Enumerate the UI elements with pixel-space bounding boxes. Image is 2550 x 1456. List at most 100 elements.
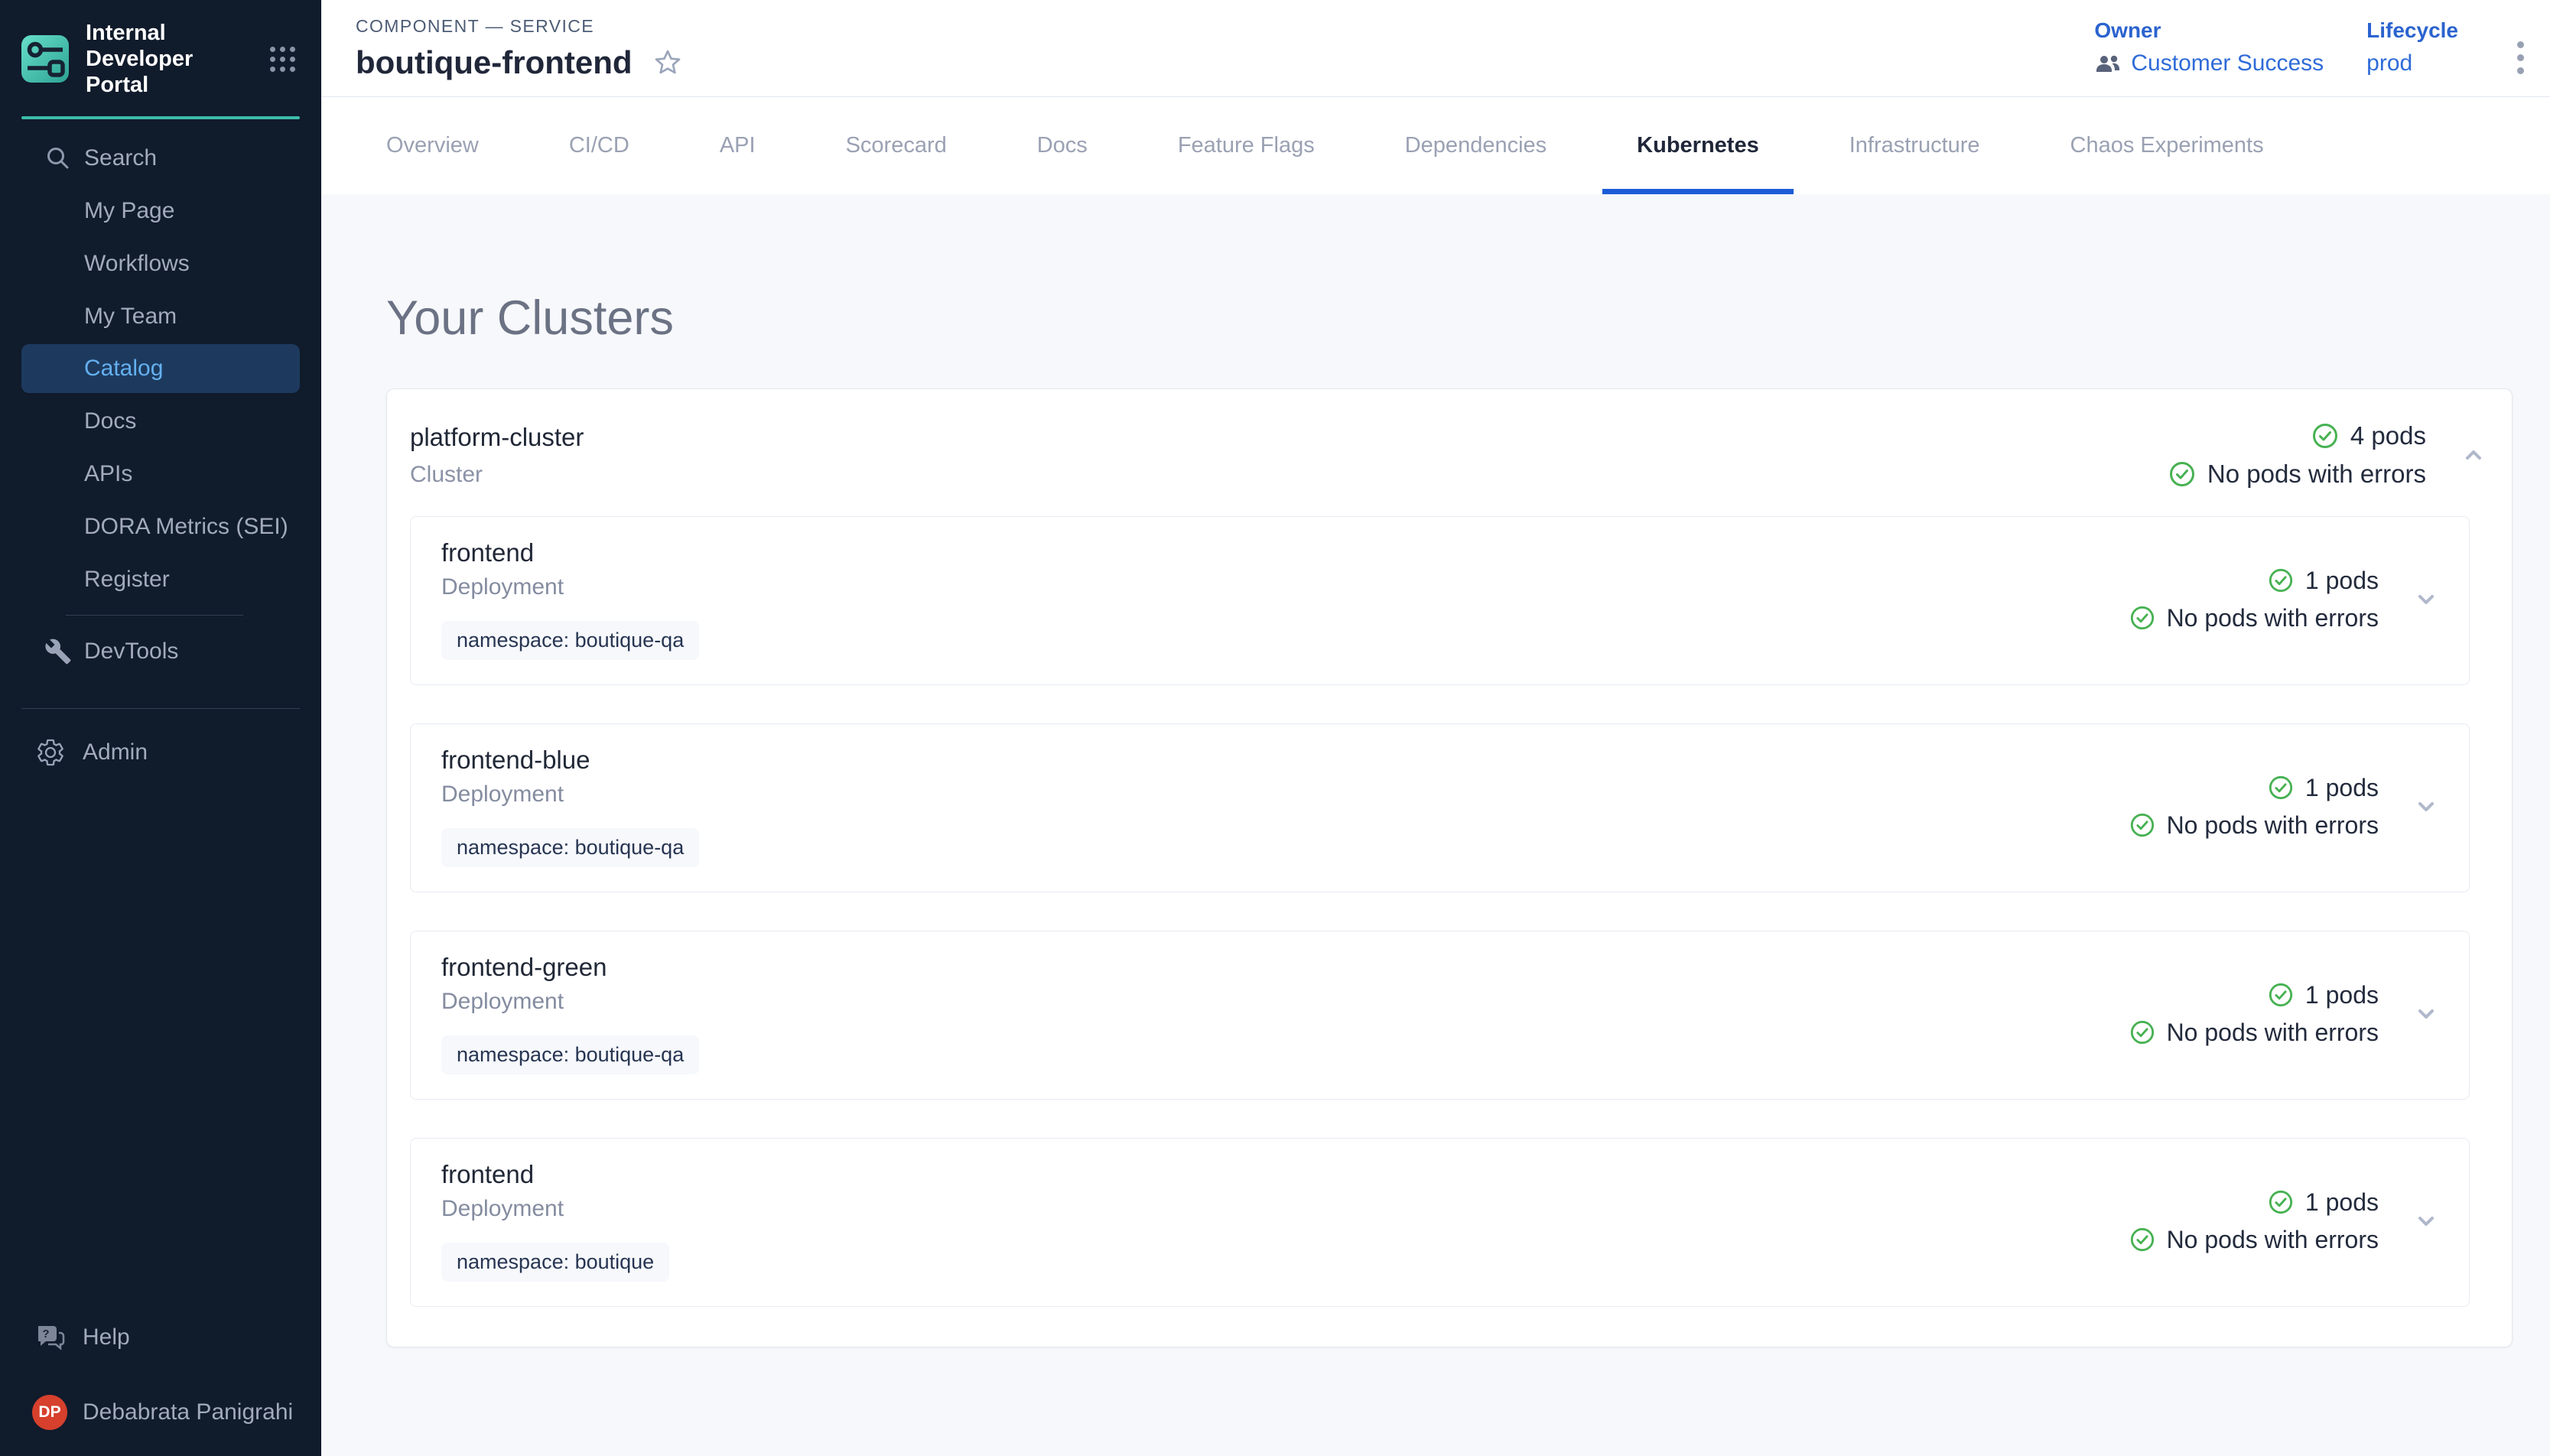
people-icon xyxy=(2094,54,2122,73)
check-circle-icon xyxy=(2268,982,2294,1008)
check-circle-icon xyxy=(2268,775,2294,801)
owner-label: Owner xyxy=(2094,18,2324,43)
deployment-list: frontend Deployment namespace: boutique-… xyxy=(387,512,2512,1347)
sidebar-item-label: Search xyxy=(84,145,157,171)
sidebar-item[interactable]: My Team xyxy=(0,290,321,343)
sidebar-item[interactable]: Register xyxy=(0,553,321,606)
deployment-errors-status: No pods with errors xyxy=(2167,1019,2379,1047)
deployment-card[interactable]: frontend-green Deployment namespace: bou… xyxy=(410,931,2470,1100)
sidebar-item-label: My Page xyxy=(84,198,174,224)
namespace-chip: namespace: boutique-qa xyxy=(441,621,699,660)
breadcrumb: COMPONENT — SERVICE xyxy=(356,16,683,37)
tab-label: Docs xyxy=(1037,133,1088,158)
tab[interactable]: Dependencies xyxy=(1371,97,1581,194)
deployment-errors-status: No pods with errors xyxy=(2167,811,2379,840)
favorite-star-icon[interactable] xyxy=(652,47,683,78)
sidebar-item[interactable]: Workflows xyxy=(0,237,321,290)
lifecycle-block: Lifecycle prod xyxy=(2366,18,2458,76)
sidebar-item-label: Catalog xyxy=(84,356,163,382)
tab-label: Overview xyxy=(386,133,479,158)
deployment-kind: Deployment xyxy=(441,1196,669,1222)
owner-block: Owner Customer Success xyxy=(2094,18,2324,76)
tab[interactable]: Feature Flags xyxy=(1143,97,1349,194)
portal-logo-icon xyxy=(21,35,69,83)
owner-value-link[interactable]: Customer Success xyxy=(2131,50,2324,76)
sidebar-item[interactable]: DORA Metrics (SEI) xyxy=(0,500,321,553)
deployment-card[interactable]: frontend Deployment namespace: boutique xyxy=(410,1138,2470,1307)
sidebar-item-admin[interactable]: Admin xyxy=(0,726,321,779)
namespace-chip: namespace: boutique-qa xyxy=(441,828,699,867)
user-avatar: DP xyxy=(32,1395,67,1430)
check-circle-icon xyxy=(2129,1227,2155,1253)
tab-label: Chaos Experiments xyxy=(2070,133,2264,158)
tab-label: API xyxy=(720,133,756,158)
chevron-up-icon[interactable] xyxy=(2458,440,2489,470)
app-root: Internal Developer Portal Search My Page xyxy=(0,0,2550,1456)
tab[interactable]: Kubernetes xyxy=(1602,97,1794,194)
sidebar-item-devtools[interactable]: DevTools xyxy=(0,625,321,678)
main-area: COMPONENT — SERVICE boutique-frontend Ow… xyxy=(321,0,2550,1456)
header-meta: Owner Customer Success xyxy=(2094,18,2458,76)
sidebar-user[interactable]: DP Debabrata Panigrahi xyxy=(0,1386,321,1439)
svg-text:?: ? xyxy=(42,1328,49,1341)
logo-row: Internal Developer Portal xyxy=(0,0,321,116)
tab-label: Dependencies xyxy=(1405,133,1547,158)
sidebar-item[interactable]: APIs xyxy=(0,447,321,500)
sidebar-item-search[interactable]: Search xyxy=(0,132,321,184)
chevron-down-icon[interactable] xyxy=(2411,584,2441,615)
sidebar-item-label: Register xyxy=(84,567,170,593)
chevron-down-icon[interactable] xyxy=(2411,999,2441,1029)
namespace-chip: namespace: boutique xyxy=(441,1243,669,1282)
deployment-pods-count: 1 pods xyxy=(2305,774,2379,802)
tab[interactable]: Chaos Experiments xyxy=(2036,97,2298,194)
deployment-card[interactable]: frontend-blue Deployment namespace: bout… xyxy=(410,723,2470,892)
deployment-name: frontend xyxy=(441,1160,669,1189)
sidebar-item[interactable]: Docs xyxy=(0,395,321,447)
deployment-pods-count: 1 pods xyxy=(2305,981,2379,1009)
more-options-kebab-icon[interactable] xyxy=(2513,37,2529,79)
check-circle-icon xyxy=(2311,422,2339,450)
tab[interactable]: API xyxy=(685,97,790,194)
page-header: COMPONENT — SERVICE boutique-frontend Ow… xyxy=(321,0,2550,96)
check-circle-icon xyxy=(2268,567,2294,593)
deployment-name: frontend xyxy=(441,538,699,567)
tab-label: Feature Flags xyxy=(1178,133,1315,158)
sidebar-item[interactable]: Catalog xyxy=(21,344,300,393)
lifecycle-value: prod xyxy=(2366,50,2458,76)
cluster-pods-count: 4 pods xyxy=(2350,421,2426,450)
chevron-down-icon[interactable] xyxy=(2411,791,2441,822)
sidebar-item-help[interactable]: ? Help xyxy=(0,1311,321,1364)
tab[interactable]: CI/CD xyxy=(535,97,664,194)
help-chat-icon: ? xyxy=(35,1323,66,1352)
sidebar-item-label: DORA Metrics (SEI) xyxy=(84,514,288,540)
sidebar-item-label: Workflows xyxy=(84,251,190,277)
portal-title: Internal Developer Portal xyxy=(86,20,237,98)
tab[interactable]: Overview xyxy=(352,97,513,194)
sidebar-nav: Search My Page Workflows My Team Catalog xyxy=(0,119,321,678)
sidebar: Internal Developer Portal Search My Page xyxy=(0,0,321,1456)
sidebar-divider xyxy=(21,708,300,709)
tab[interactable]: Infrastructure xyxy=(1815,97,2015,194)
cluster-header[interactable]: platform-cluster Cluster 4 pods xyxy=(387,389,2512,512)
sidebar-item-label: Docs xyxy=(84,408,136,434)
deployment-kind: Deployment xyxy=(441,782,699,808)
deployment-kind: Deployment xyxy=(441,989,699,1015)
deployment-card[interactable]: frontend Deployment namespace: boutique-… xyxy=(410,516,2470,685)
deployment-errors-status: No pods with errors xyxy=(2167,1226,2379,1254)
tab[interactable]: Docs xyxy=(1003,97,1122,194)
check-circle-icon xyxy=(2129,1019,2155,1045)
cluster-name: platform-cluster xyxy=(410,423,584,452)
check-circle-icon xyxy=(2129,812,2155,838)
sidebar-item-label: Admin xyxy=(83,739,148,765)
apps-grid-icon[interactable] xyxy=(270,47,295,72)
deployment-pods-count: 1 pods xyxy=(2305,1188,2379,1217)
tab-label: CI/CD xyxy=(569,133,629,158)
chevron-down-icon[interactable] xyxy=(2411,1206,2441,1237)
sidebar-item[interactable]: My Page xyxy=(0,184,321,237)
tab[interactable]: Scorecard xyxy=(812,97,981,194)
deployment-pods-count: 1 pods xyxy=(2305,567,2379,595)
namespace-chip: namespace: boutique-qa xyxy=(441,1035,699,1074)
check-circle-icon xyxy=(2268,1189,2294,1215)
wrench-icon xyxy=(43,636,73,667)
sidebar-bottom: ? Help DP Debabrata Panigrahi xyxy=(0,1311,321,1456)
